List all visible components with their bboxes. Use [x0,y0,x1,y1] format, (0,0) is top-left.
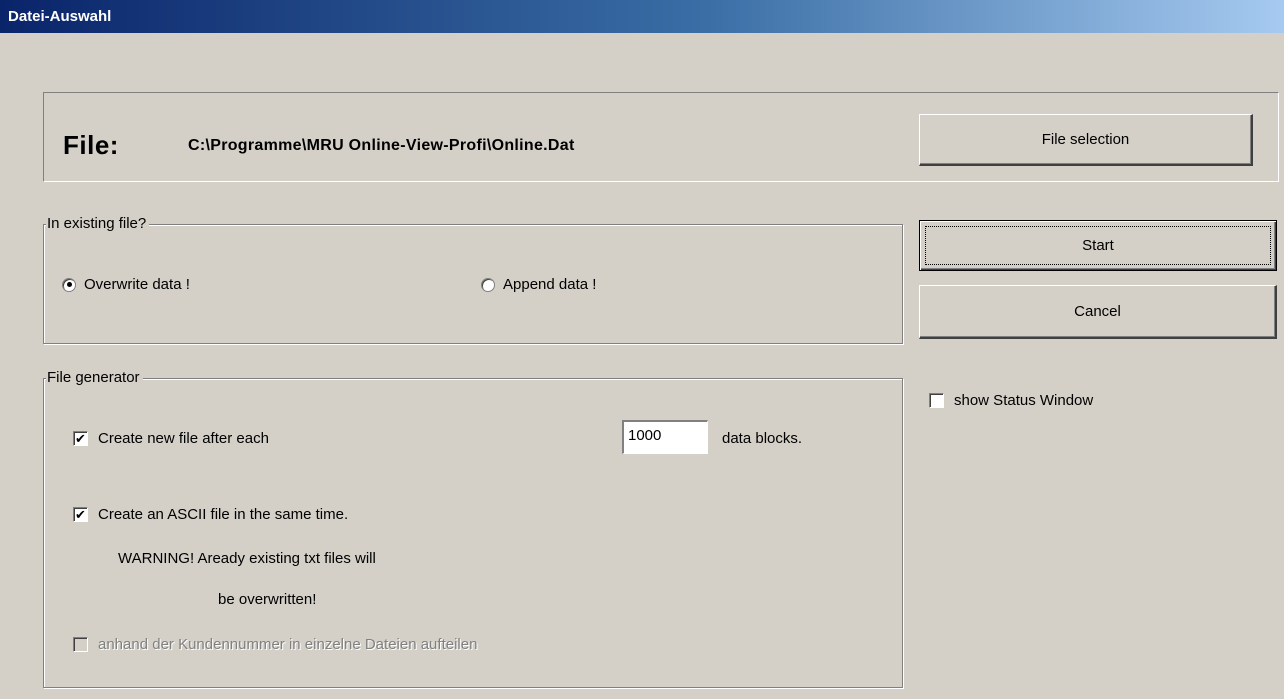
data-blocks-input[interactable]: 1000 [622,420,708,454]
warning-line-2: be overwritten! [218,591,317,608]
file-label: File: [63,130,119,160]
cancel-button-label: Cancel [1074,303,1121,320]
show-status-window-checkbox[interactable]: show Status Window [929,392,1093,409]
status-window-check-box[interactable] [929,393,944,408]
window-title: Datei-Auswahl [0,0,1284,33]
file-path: C:\Programme\MRU Online-View-Profi\Onlin… [188,137,575,154]
overwrite-radio-button[interactable] [62,277,76,292]
file-selection-button-label: File selection [1041,131,1130,148]
data-blocks-suffix: data blocks. [722,430,803,447]
radio-selected-dot [66,282,72,287]
file-generator-legend: File generator [46,369,143,386]
split-by-customer-checkbox: anhand der Kundennummer in einzelne Date… [73,636,477,653]
ascii-file-label: Create an ASCII file in the same time. [98,506,349,523]
append-radio[interactable]: Append data ! [481,276,596,293]
checkmark-icon[interactable]: ✔ [73,507,88,522]
ascii-file-checkbox[interactable]: ✔ Create an ASCII file in the same time. [73,506,348,523]
existing-file-legend: In existing file? [46,215,150,232]
append-label: Append data ! [503,276,597,293]
new-file-label: Create new file after each [98,430,269,447]
overwrite-label: Overwrite data ! [84,276,190,293]
focus-rectangle [925,226,1271,265]
new-file-checkbox[interactable]: ✔ Create new file after each [73,430,269,447]
start-button[interactable]: Start [919,220,1277,271]
overwrite-radio[interactable]: Overwrite data ! [62,276,190,293]
status-window-label: show Status Window [954,392,1094,409]
file-selection-button[interactable]: File selection [919,114,1253,166]
checkmark-icon[interactable]: ✔ [73,431,88,446]
split-label: anhand der Kundennummer in einzelne Date… [98,636,478,653]
split-check-box [73,637,88,652]
cancel-button[interactable]: Cancel [919,285,1277,339]
append-radio-button[interactable] [481,277,495,292]
warning-line-1: WARNING! Aready existing txt files will [118,550,376,567]
